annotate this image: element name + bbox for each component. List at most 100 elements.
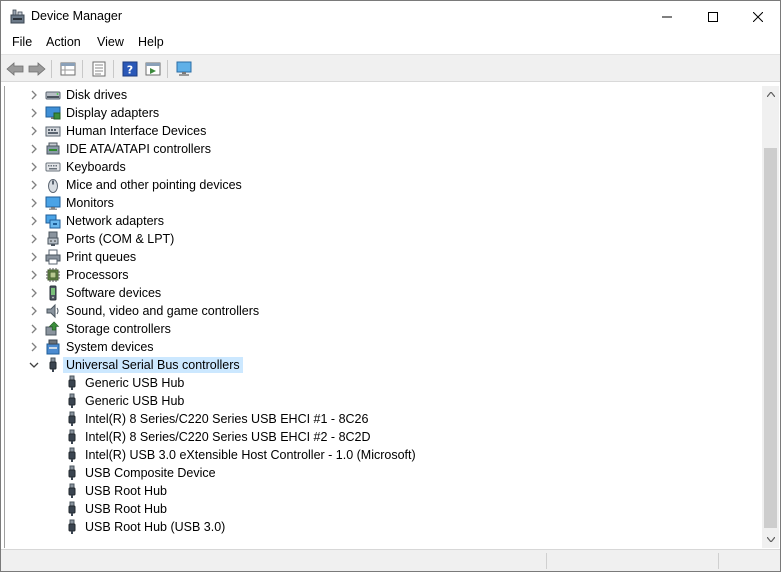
tree-device-label: USB Root Hub: [85, 502, 167, 516]
scroll-thumb[interactable]: [764, 148, 777, 528]
menu-view[interactable]: View: [95, 35, 126, 49]
tree-device-row[interactable]: Intel(R) 8 Series/C220 Series USB EHCI #…: [5, 410, 745, 428]
title-bar[interactable]: Device Manager: [1, 1, 780, 32]
tree-device-row[interactable]: Intel(R) USB 3.0 eXtensible Host Control…: [5, 446, 745, 464]
chevron-right-icon[interactable]: [28, 251, 40, 263]
scan-hardware-button[interactable]: [174, 59, 194, 79]
tree-category-label: Software devices: [66, 286, 162, 300]
tree-category-row[interactable]: Processors: [5, 266, 745, 284]
chevron-right-icon[interactable]: [28, 161, 40, 173]
chevron-right-icon[interactable]: [28, 125, 40, 137]
usb-icon: [64, 519, 80, 535]
device-manager-icon: [10, 9, 25, 24]
back-arrow-icon: [6, 62, 24, 76]
hid-icon: [45, 123, 61, 139]
tree-device-label: Intel(R) USB 3.0 eXtensible Host Control…: [85, 448, 416, 462]
usb-icon: [64, 393, 80, 409]
tree-category-row[interactable]: Disk drives: [5, 86, 745, 104]
close-icon: [753, 11, 763, 22]
chevron-right-icon[interactable]: [28, 143, 40, 155]
tree-category-label: Network adapters: [66, 214, 164, 228]
tree-category-row[interactable]: Mice and other pointing devices: [5, 176, 745, 194]
software-device-icon: [45, 285, 61, 301]
tree-device-label: USB Composite Device: [85, 466, 216, 480]
tree-category-row[interactable]: Network adapters: [5, 212, 745, 230]
device-list-button[interactable]: [89, 59, 109, 79]
tree-device-row[interactable]: Intel(R) 8 Series/C220 Series USB EHCI #…: [5, 428, 745, 446]
tree-device-row[interactable]: USB Composite Device: [5, 464, 745, 482]
tree-category-label: Processors: [66, 268, 129, 282]
usb-icon: [64, 429, 80, 445]
chevron-right-icon[interactable]: [28, 305, 40, 317]
svg-text:?: ?: [127, 64, 133, 77]
display-adapter-icon: [45, 105, 61, 121]
printer-icon: [45, 249, 61, 265]
menu-file[interactable]: File: [10, 35, 34, 49]
tree-category-row[interactable]: System devices: [5, 338, 745, 356]
chevron-right-icon[interactable]: [28, 269, 40, 281]
tree-category-row[interactable]: Print queues: [5, 248, 745, 266]
tree-device-label: USB Root Hub (USB 3.0): [85, 520, 226, 534]
tree-category-row[interactable]: Software devices: [5, 284, 745, 302]
processor-icon: [45, 267, 61, 283]
window-title: Device Manager: [31, 9, 123, 23]
tree-device-label: Generic USB Hub: [85, 394, 185, 408]
menu-help[interactable]: Help: [136, 35, 166, 49]
chevron-right-icon[interactable]: [28, 233, 40, 245]
vertical-scrollbar[interactable]: [762, 86, 779, 548]
tree-device-row[interactable]: USB Root Hub: [5, 482, 745, 500]
tree-device-row[interactable]: USB Root Hub (USB 3.0): [5, 518, 745, 536]
tree-category-row[interactable]: IDE ATA/ATAPI controllers: [5, 140, 745, 158]
help-button[interactable]: ?: [120, 59, 140, 79]
properties-grid-button[interactable]: [58, 59, 78, 79]
toolbar: ?: [1, 54, 780, 82]
speaker-icon: [45, 303, 61, 319]
chevron-right-icon[interactable]: [28, 215, 40, 227]
forward-button[interactable]: [27, 59, 47, 79]
tree-category-row[interactable]: Storage controllers: [5, 320, 745, 338]
menu-action[interactable]: Action: [44, 35, 83, 49]
properties-grid-icon: [60, 62, 76, 76]
chevron-right-icon[interactable]: [28, 287, 40, 299]
maximize-button[interactable]: [690, 1, 736, 32]
tree-device-label: Intel(R) 8 Series/C220 Series USB EHCI #…: [85, 412, 369, 426]
tree-category-label: System devices: [66, 340, 154, 354]
tree-category-row[interactable]: Human Interface Devices: [5, 122, 745, 140]
usb-icon: [64, 501, 80, 517]
chevron-down-icon: [766, 537, 775, 542]
tree-device-row[interactable]: USB Root Hub: [5, 500, 745, 518]
tree-device-row[interactable]: Generic USB Hub: [5, 392, 745, 410]
chevron-right-icon[interactable]: [28, 197, 40, 209]
run-button[interactable]: [143, 59, 163, 79]
scroll-up-button[interactable]: [762, 86, 779, 103]
chevron-down-icon[interactable]: [28, 359, 40, 371]
scroll-down-button[interactable]: [762, 531, 779, 548]
chevron-right-icon[interactable]: [28, 341, 40, 353]
forward-arrow-icon: [28, 62, 46, 76]
chevron-right-icon[interactable]: [28, 179, 40, 191]
tree-category-row[interactable]: Monitors: [5, 194, 745, 212]
minimize-button[interactable]: [644, 1, 690, 32]
device-tree[interactable]: Disk drives Display adapters Human Interfa…: [4, 86, 762, 548]
tree-category-row[interactable]: Universal Serial Bus controllers: [5, 356, 745, 374]
back-button[interactable]: [5, 59, 25, 79]
device-list-icon: [92, 61, 106, 77]
tree-category-label: Monitors: [66, 196, 114, 210]
close-button[interactable]: [735, 1, 781, 32]
chevron-right-icon[interactable]: [28, 107, 40, 119]
tree-device-row[interactable]: Generic USB Hub: [5, 374, 745, 392]
usb-icon: [45, 357, 61, 373]
chevron-right-icon[interactable]: [28, 323, 40, 335]
usb-icon: [64, 411, 80, 427]
tree-category-row[interactable]: Sound, video and game controllers: [5, 302, 745, 320]
chevron-up-icon: [766, 92, 775, 97]
monitor-icon: [45, 195, 61, 211]
tree-category-label: Print queues: [66, 250, 137, 264]
tree-category-row[interactable]: Keyboards: [5, 158, 745, 176]
tree-category-row[interactable]: Display adapters: [5, 104, 745, 122]
network-adapter-icon: [45, 213, 61, 229]
chevron-right-icon[interactable]: [28, 89, 40, 101]
mouse-icon: [45, 177, 61, 193]
port-icon: [45, 231, 61, 247]
tree-category-row[interactable]: Ports (COM & LPT): [5, 230, 745, 248]
